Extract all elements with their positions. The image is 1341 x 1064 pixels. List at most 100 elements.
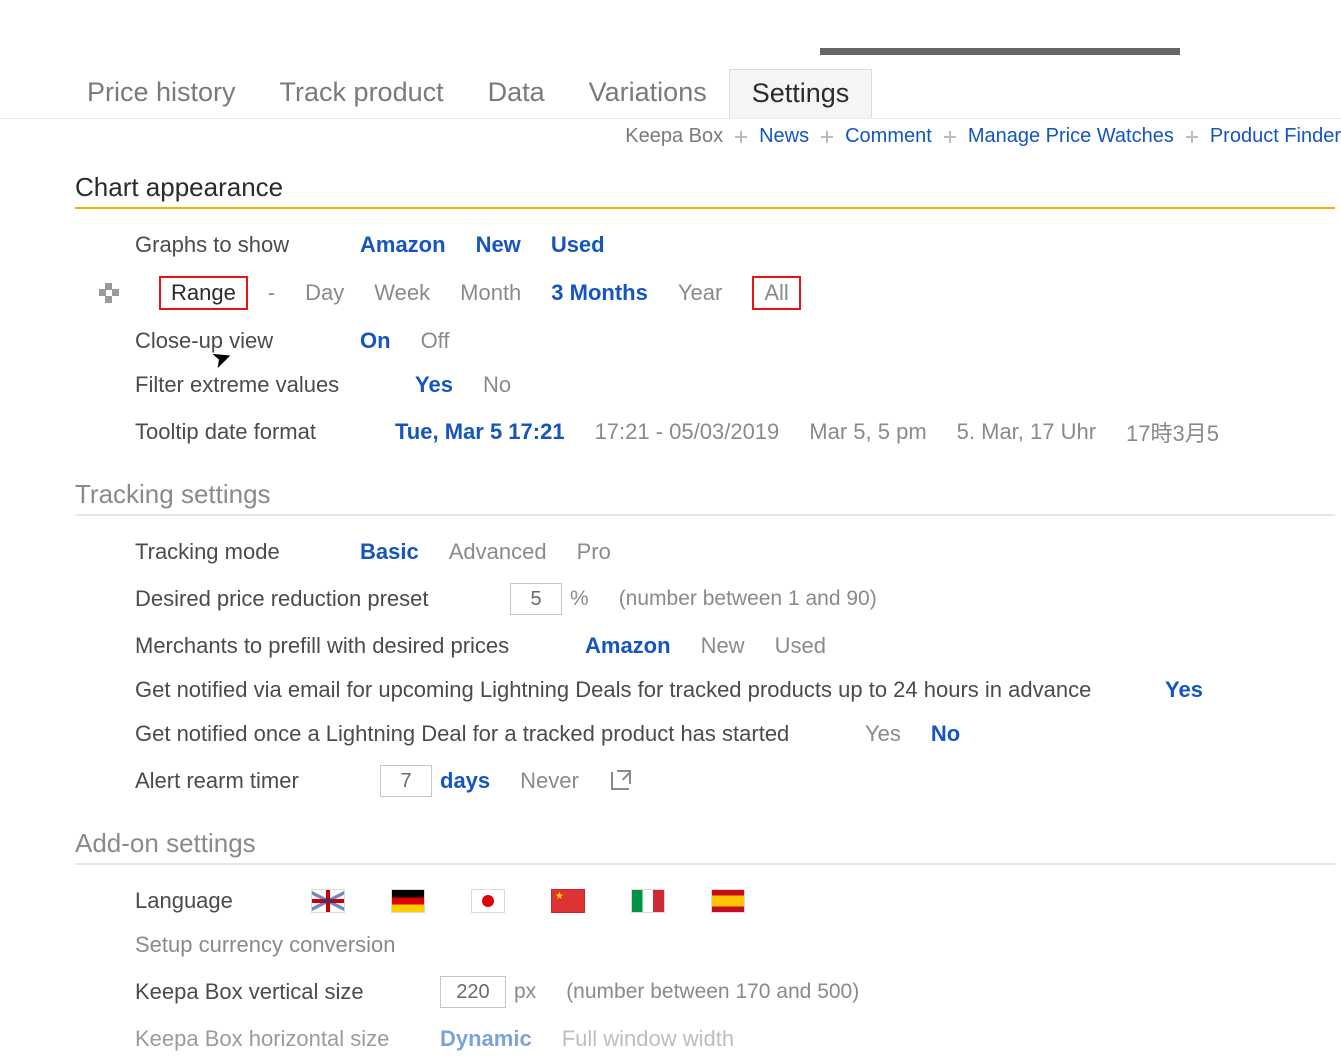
section-title-tracking: Tracking settings — [75, 479, 1341, 510]
opt-filter-no[interactable]: No — [483, 372, 511, 398]
opt-rearm-never[interactable]: Never — [520, 768, 579, 794]
opt-filter-yes[interactable]: Yes — [415, 372, 453, 398]
opt-merchants-used[interactable]: Used — [775, 633, 826, 659]
section-rule — [75, 207, 1335, 209]
row-price-reduction: Desired price reduction preset % (number… — [75, 574, 1341, 624]
opt-tooltip-1[interactable]: 17:21 - 05/03/2019 — [595, 419, 780, 445]
row-range: Range - Day Week Month 3 Months Year All — [75, 267, 1341, 319]
label-reduction: Desired price reduction preset — [135, 586, 480, 612]
flag-jp-icon[interactable] — [471, 889, 505, 913]
flag-uk-icon[interactable] — [311, 889, 345, 913]
drag-icon[interactable] — [99, 283, 119, 303]
section-title-addon: Add-on settings — [75, 828, 1341, 859]
plus-icon — [733, 129, 749, 145]
row-currency-conversion[interactable]: Setup currency conversion — [75, 923, 1341, 967]
help-vsize: (number between 170 and 500) — [566, 980, 859, 1004]
section-title-chart: Chart appearance — [75, 172, 1341, 203]
row-lightning-started: Get notified once a Lightning Deal for a… — [75, 712, 1341, 756]
opt-closeup-on[interactable]: On — [360, 328, 391, 354]
section-chart-appearance: Chart appearance Graphs to show Amazon N… — [75, 172, 1341, 457]
opt-tooltip-2[interactable]: Mar 5, 5 pm — [809, 419, 926, 445]
plus-icon — [942, 129, 958, 145]
label-currency[interactable]: Setup currency conversion — [135, 932, 395, 958]
sublink-keepa-box: Keepa Box — [625, 125, 723, 148]
tab-track-product[interactable]: Track product — [258, 69, 466, 118]
section-rule — [75, 514, 1335, 516]
opt-hsize-full[interactable]: Full window width — [562, 1026, 734, 1052]
label-language: Language — [135, 888, 265, 914]
label-lightning-started: Get notified once a Lightning Deal for a… — [135, 721, 835, 747]
row-keepa-horizontal-size: Keepa Box horizontal size Dynamic Full w… — [75, 1017, 1341, 1061]
input-reduction[interactable] — [510, 583, 562, 615]
external-link-icon[interactable] — [609, 770, 631, 792]
opt-graphs-amazon[interactable]: Amazon — [360, 232, 446, 258]
label-mode: Tracking mode — [135, 539, 330, 565]
row-language: Language — [75, 879, 1341, 923]
tab-data[interactable]: Data — [466, 69, 567, 118]
tab-settings[interactable]: Settings — [729, 69, 873, 118]
opt-mode-basic[interactable]: Basic — [360, 539, 419, 565]
label-closeup: Close-up view — [135, 328, 330, 354]
row-tooltip-format: Tooltip date format Tue, Mar 5 17:21 17:… — [75, 407, 1341, 457]
row-filter-extreme: Filter extreme values Yes No — [75, 363, 1341, 407]
plus-icon — [819, 129, 835, 145]
input-rearm[interactable] — [380, 765, 432, 797]
opt-range-year[interactable]: Year — [678, 280, 722, 306]
row-graphs-to-show: Graphs to show Amazon New Used — [75, 223, 1341, 267]
opt-range-week[interactable]: Week — [374, 280, 430, 306]
opt-range-3months[interactable]: 3 Months — [551, 280, 648, 306]
label-hsize: Keepa Box horizontal size — [135, 1026, 410, 1052]
plus-icon — [1184, 129, 1200, 145]
sublinks-bar: Keepa Box News Comment Manage Price Watc… — [0, 119, 1341, 150]
sublink-manage-price-watches[interactable]: Manage Price Watches — [968, 125, 1174, 148]
opt-range-month[interactable]: Month — [460, 280, 521, 306]
opt-tooltip-3[interactable]: 5. Mar, 17 Uhr — [957, 419, 1096, 445]
row-tracking-mode: Tracking mode Basic Advanced Pro — [75, 530, 1341, 574]
input-vsize[interactable] — [440, 976, 506, 1008]
label-lightning-email: Get notified via email for upcoming Ligh… — [135, 677, 1135, 703]
opt-tooltip-4[interactable]: 17時3月5 — [1126, 416, 1219, 448]
opt-mode-pro[interactable]: Pro — [577, 539, 611, 565]
label-vsize: Keepa Box vertical size — [135, 979, 410, 1005]
row-keepa-vertical-size: Keepa Box vertical size px (number betwe… — [75, 967, 1341, 1017]
label-tooltipfmt: Tooltip date format — [135, 419, 365, 445]
sublink-comment[interactable]: Comment — [845, 125, 932, 148]
unit-days[interactable]: days — [440, 768, 490, 794]
section-tracking-settings: Tracking settings Tracking mode Basic Ad… — [75, 479, 1341, 806]
opt-graphs-new[interactable]: New — [476, 232, 521, 258]
window-stub — [820, 48, 1180, 55]
sublink-news[interactable]: News — [759, 125, 809, 148]
row-lightning-email: Get notified via email for upcoming Ligh… — [75, 668, 1341, 712]
flag-de-icon[interactable] — [391, 889, 425, 913]
row-merchants-prefill: Merchants to prefill with desired prices… — [75, 624, 1341, 668]
opt-merchants-new[interactable]: New — [701, 633, 745, 659]
unit-px: px — [514, 980, 536, 1004]
help-reduction: (number between 1 and 90) — [619, 587, 877, 611]
flag-es-icon[interactable] — [711, 889, 745, 913]
opt-lightning-email-yes[interactable]: Yes — [1165, 677, 1203, 703]
opt-closeup-off[interactable]: Off — [421, 328, 450, 354]
opt-merchants-amazon[interactable]: Amazon — [585, 633, 671, 659]
opt-lightning-started-no[interactable]: No — [931, 721, 960, 747]
flag-cn-icon[interactable] — [551, 889, 585, 913]
sublink-product-finder[interactable]: Product Finder — [1210, 125, 1341, 148]
flag-it-icon[interactable] — [631, 889, 665, 913]
label-range: Range — [159, 276, 248, 310]
label-rearm: Alert rearm timer — [135, 768, 350, 794]
label-graphs: Graphs to show — [135, 232, 330, 258]
opt-tooltip-0[interactable]: Tue, Mar 5 17:21 — [395, 419, 565, 445]
opt-range-all[interactable]: All — [752, 276, 800, 310]
section-addon-settings: Add-on settings Language Setup currency … — [75, 828, 1341, 1061]
range-dash: - — [268, 280, 275, 306]
section-rule — [75, 863, 1335, 865]
opt-range-day[interactable]: Day — [305, 280, 344, 306]
opt-graphs-used[interactable]: Used — [551, 232, 605, 258]
label-filter: Filter extreme values — [135, 372, 385, 398]
tab-bar: Price history Track product Data Variati… — [0, 48, 1341, 119]
row-alert-rearm: Alert rearm timer days Never — [75, 756, 1341, 806]
tab-price-history[interactable]: Price history — [65, 69, 258, 118]
tab-variations[interactable]: Variations — [567, 69, 729, 118]
opt-hsize-dynamic[interactable]: Dynamic — [440, 1026, 532, 1052]
opt-mode-advanced[interactable]: Advanced — [449, 539, 547, 565]
opt-lightning-started-yes[interactable]: Yes — [865, 721, 901, 747]
